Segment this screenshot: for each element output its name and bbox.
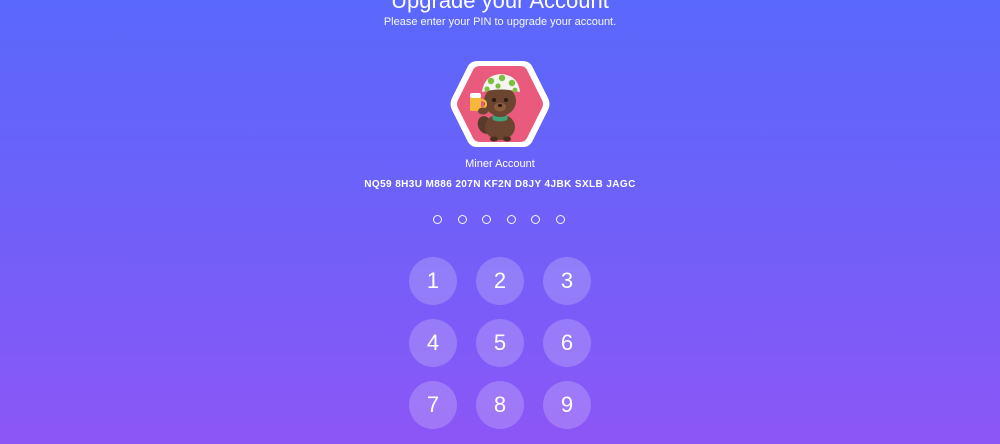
- key-9[interactable]: 9: [543, 381, 591, 429]
- account-avatar-icon: [449, 59, 551, 149]
- pin-dot: [531, 215, 540, 224]
- pin-keypad: 1 2 3 4 5 6 7 8 9: [409, 257, 591, 429]
- key-6[interactable]: 6: [543, 319, 591, 367]
- key-3[interactable]: 3: [543, 257, 591, 305]
- key-4[interactable]: 4: [409, 319, 457, 367]
- pin-dot: [457, 215, 467, 224]
- key-2[interactable]: 2: [476, 257, 524, 305]
- pin-dot: [482, 215, 491, 224]
- pin-indicator: [433, 215, 565, 224]
- account-address: NQ59 8H3U M886 207N KF2N D8JY 4JBK SXLB …: [364, 179, 636, 190]
- pin-dot: [433, 215, 442, 224]
- key-5[interactable]: 5: [476, 319, 524, 367]
- account-label: Miner Account: [465, 158, 535, 170]
- key-7[interactable]: 7: [409, 381, 457, 429]
- page-title: Upgrade your Account: [391, 0, 609, 13]
- page-subtitle: Please enter your PIN to upgrade your ac…: [383, 16, 617, 28]
- pin-dot: [555, 215, 565, 224]
- pin-dot: [506, 215, 516, 224]
- key-8[interactable]: 8: [476, 381, 524, 429]
- key-1[interactable]: 1: [409, 257, 457, 305]
